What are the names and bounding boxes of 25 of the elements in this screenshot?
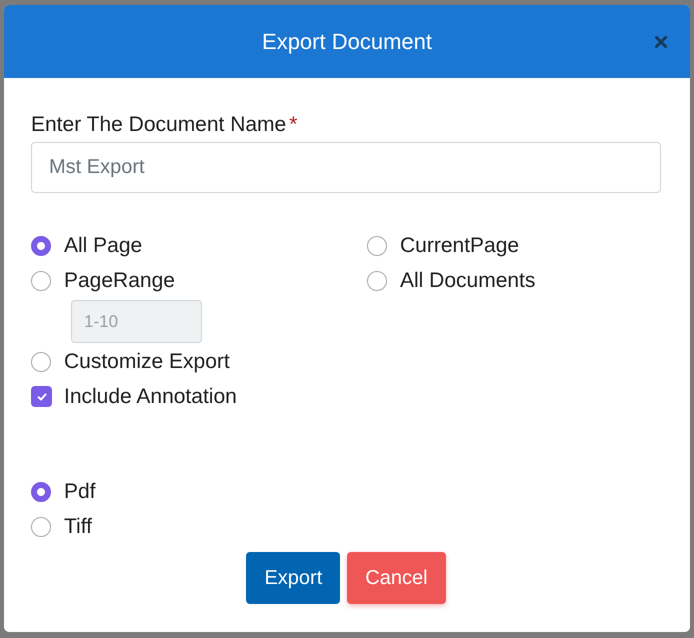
option-label: Pdf <box>64 480 96 504</box>
dialog-title: Export Document <box>262 28 432 54</box>
radio-button[interactable] <box>31 482 51 502</box>
checkbox[interactable] <box>31 386 52 407</box>
option-label: Customize Export <box>64 350 230 374</box>
close-button[interactable] <box>654 35 668 49</box>
radio-button[interactable] <box>31 516 51 536</box>
option-label: Include Annotation <box>64 384 237 408</box>
radio-button[interactable] <box>31 270 51 290</box>
cancel-button[interactable]: Cancel <box>347 552 446 604</box>
radio-button[interactable] <box>367 270 387 290</box>
option-label: All Page <box>64 234 142 258</box>
name-input-field[interactable]: Mst Export <box>31 142 661 193</box>
close-icon <box>655 36 667 48</box>
option-label: Tiff <box>64 514 92 538</box>
export-button[interactable]: Export <box>246 552 340 604</box>
required-mark: * <box>289 113 298 137</box>
option-label: PageRange <box>64 268 175 292</box>
option-label: CurrentPage <box>400 234 520 258</box>
check-icon <box>36 390 48 402</box>
option-label: All Documents <box>400 268 536 292</box>
radio-button[interactable] <box>31 236 51 256</box>
radio-button[interactable] <box>31 352 51 372</box>
radio-button[interactable] <box>367 236 387 256</box>
field-label: Enter The Document Name <box>31 113 286 137</box>
